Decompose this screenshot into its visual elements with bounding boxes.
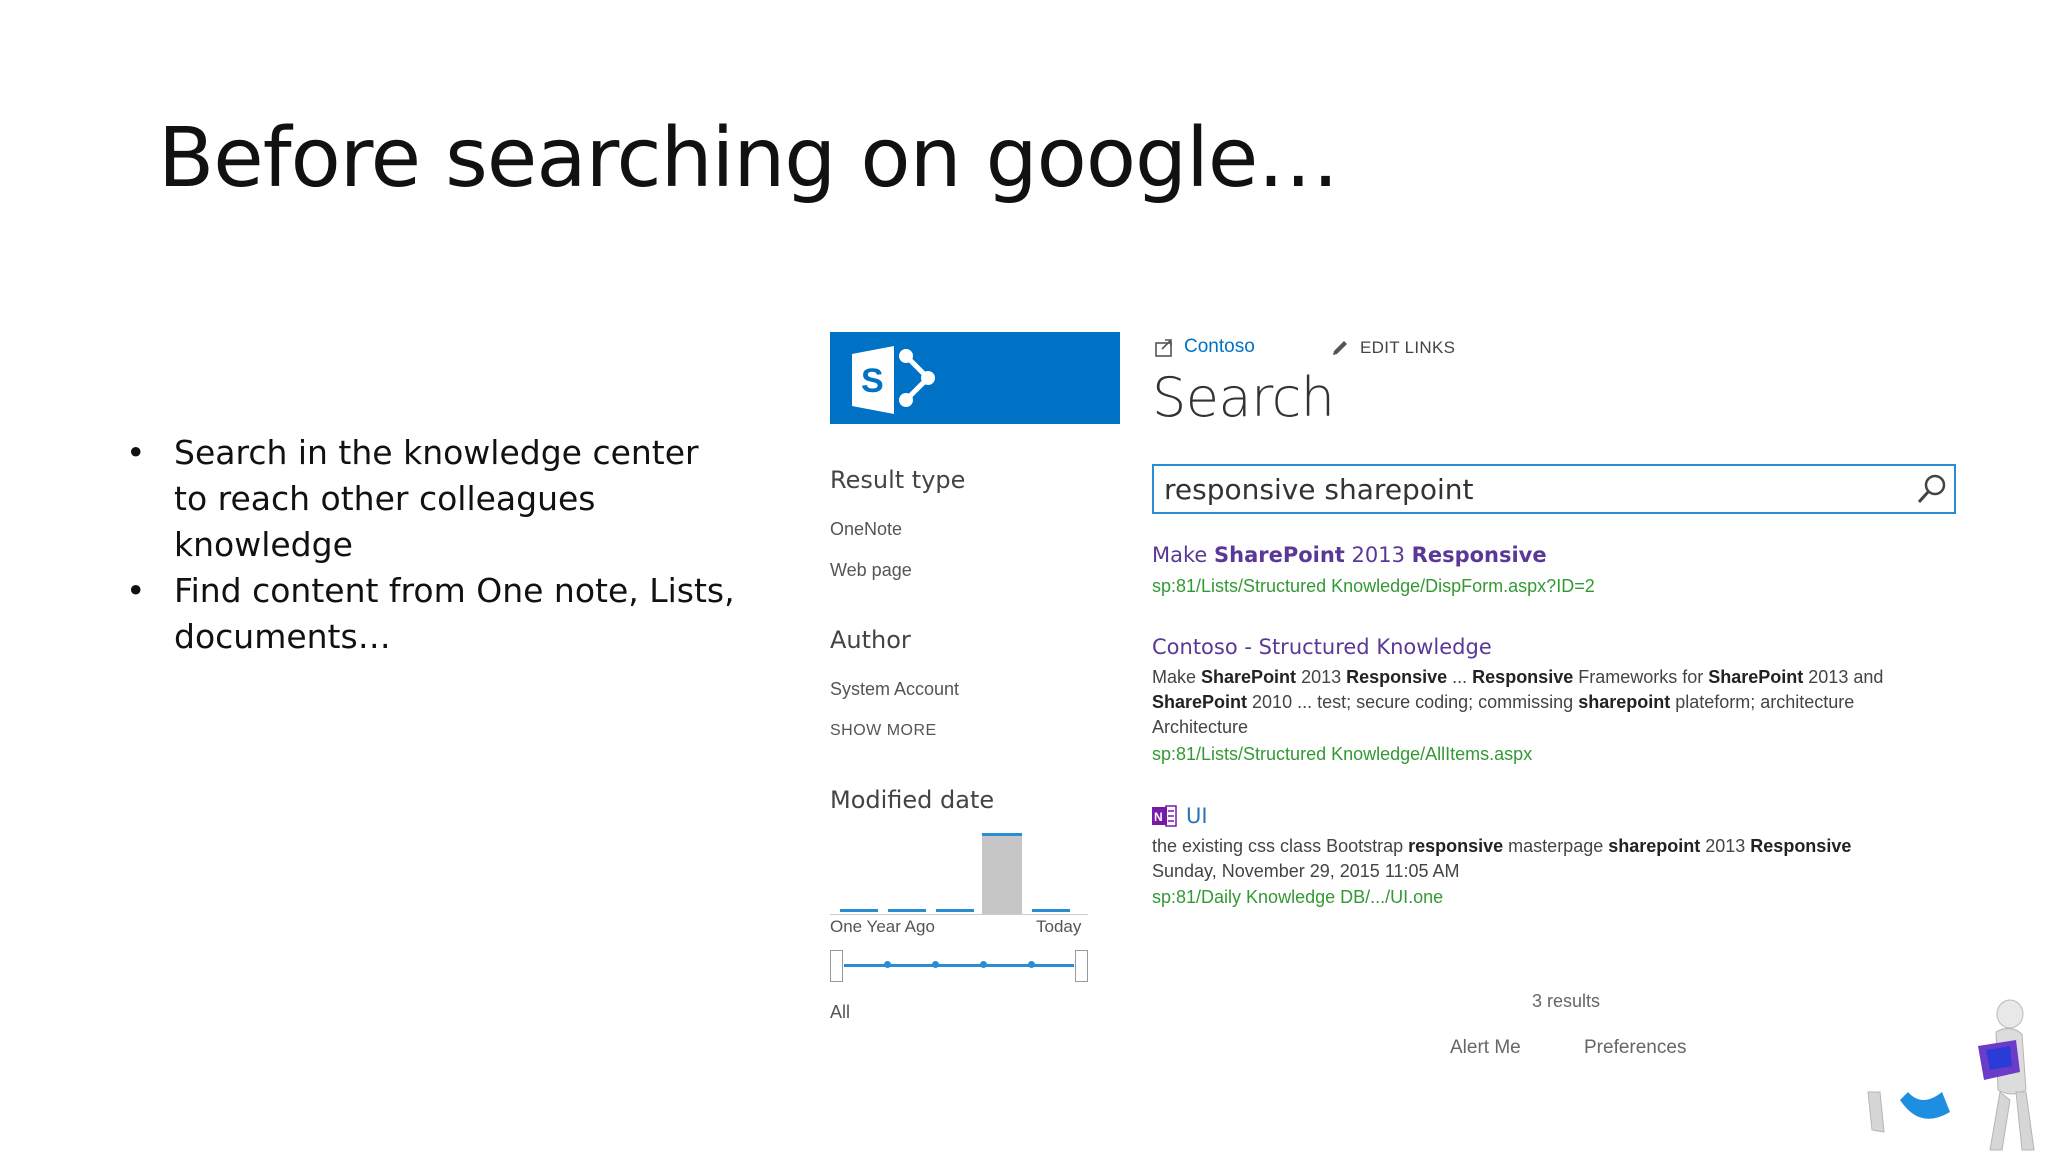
slider-handle-end[interactable] xyxy=(1075,950,1088,982)
refiner-modified-date-heading: Modified date xyxy=(830,786,995,814)
axis-label-end: Today xyxy=(1036,917,1082,936)
bullet-text: Find content from One note, Lists, docum… xyxy=(174,571,735,656)
bullet-text: Search in the knowledge center to reach … xyxy=(174,433,699,564)
edit-links-button[interactable]: EDIT LINKS xyxy=(1330,338,1455,358)
decorative-figure-image xyxy=(1867,999,2035,1151)
result-title-link[interactable]: Contoso - Structured Knowledge xyxy=(1152,635,1492,659)
refiner-item-onenote[interactable]: OneNote xyxy=(830,519,902,540)
pencil-icon xyxy=(1333,341,1347,355)
refiner-item-web-page[interactable]: Web page xyxy=(830,560,912,581)
refiner-result-type-heading: Result type xyxy=(830,466,966,494)
bullet-dot: • xyxy=(126,571,146,610)
bullet-item: • Search in the knowledge center to reac… xyxy=(122,430,742,568)
svg-text:N: N xyxy=(1154,810,1163,824)
modified-date-histogram[interactable] xyxy=(830,830,1088,915)
site-link-label: Contoso xyxy=(1184,336,1255,357)
site-link-contoso[interactable]: Contoso xyxy=(1154,336,1255,358)
onenote-icon: N xyxy=(1152,805,1177,827)
result-title-link[interactable]: UI xyxy=(1186,804,1208,828)
preferences-link[interactable]: Preferences xyxy=(1584,1037,1686,1059)
slider-tick xyxy=(884,961,891,968)
result-url[interactable]: sp:81/Daily Knowledge DB/.../UI.one xyxy=(1152,887,1443,908)
result-url[interactable]: sp:81/Lists/Structured Knowledge/AllItem… xyxy=(1152,744,1532,765)
result-summary: the existing css class Bootstrap respons… xyxy=(1152,836,1852,856)
refiner-item-system-account[interactable]: System Account xyxy=(830,679,959,700)
edit-links-label: EDIT LINKS xyxy=(1360,338,1456,357)
page-heading: Search xyxy=(1152,366,1335,429)
date-range-slider[interactable] xyxy=(830,948,1088,984)
slider-tick xyxy=(1028,961,1035,968)
search-box xyxy=(1152,464,1956,514)
slider-tick xyxy=(980,961,987,968)
result-title-row: N UI xyxy=(1152,804,1208,828)
histogram-bar[interactable] xyxy=(1032,909,1070,912)
slider-track xyxy=(844,964,1074,967)
result-count: 3 results xyxy=(1532,991,1601,1011)
bullet-list: • Search in the knowledge center to reac… xyxy=(122,430,742,660)
search-input[interactable] xyxy=(1154,466,1910,512)
alert-me-link[interactable]: Alert Me xyxy=(1450,1037,1521,1059)
result-title-link[interactable]: Make SharePoint 2013 Responsive xyxy=(1152,543,1547,567)
histogram-bar[interactable] xyxy=(840,909,878,912)
result-url[interactable]: sp:81/Lists/Structured Knowledge/DispFor… xyxy=(1152,576,1595,597)
result-summary: Make SharePoint 2013 Responsive ... Resp… xyxy=(1152,667,1884,737)
slider-tick xyxy=(932,961,939,968)
sharepoint-logo-icon: S xyxy=(852,346,935,414)
search-icon xyxy=(1917,474,1946,504)
slider-handle-start[interactable] xyxy=(830,950,843,982)
slide-title: Before searching on google… xyxy=(158,111,1339,206)
search-button[interactable] xyxy=(1910,467,1954,511)
sharepoint-logo-tile[interactable]: S xyxy=(830,332,1120,424)
axis-label-start: One Year Ago xyxy=(830,917,935,936)
show-more-link[interactable]: SHOW MORE xyxy=(830,722,937,740)
svg-text:S: S xyxy=(861,362,884,400)
bullet-item: • Find content from One note, Lists, doc… xyxy=(122,568,742,660)
result-date: Sunday, November 29, 2015 11:05 AM xyxy=(1152,861,1460,881)
refiner-author-heading: Author xyxy=(830,626,911,654)
share-icon xyxy=(1155,339,1172,357)
histogram-bar[interactable] xyxy=(936,909,974,912)
bullet-dot: • xyxy=(126,433,146,472)
histogram-bar[interactable] xyxy=(982,833,1022,914)
histogram-bar[interactable] xyxy=(888,909,926,912)
date-selection-label: All xyxy=(830,1002,851,1022)
